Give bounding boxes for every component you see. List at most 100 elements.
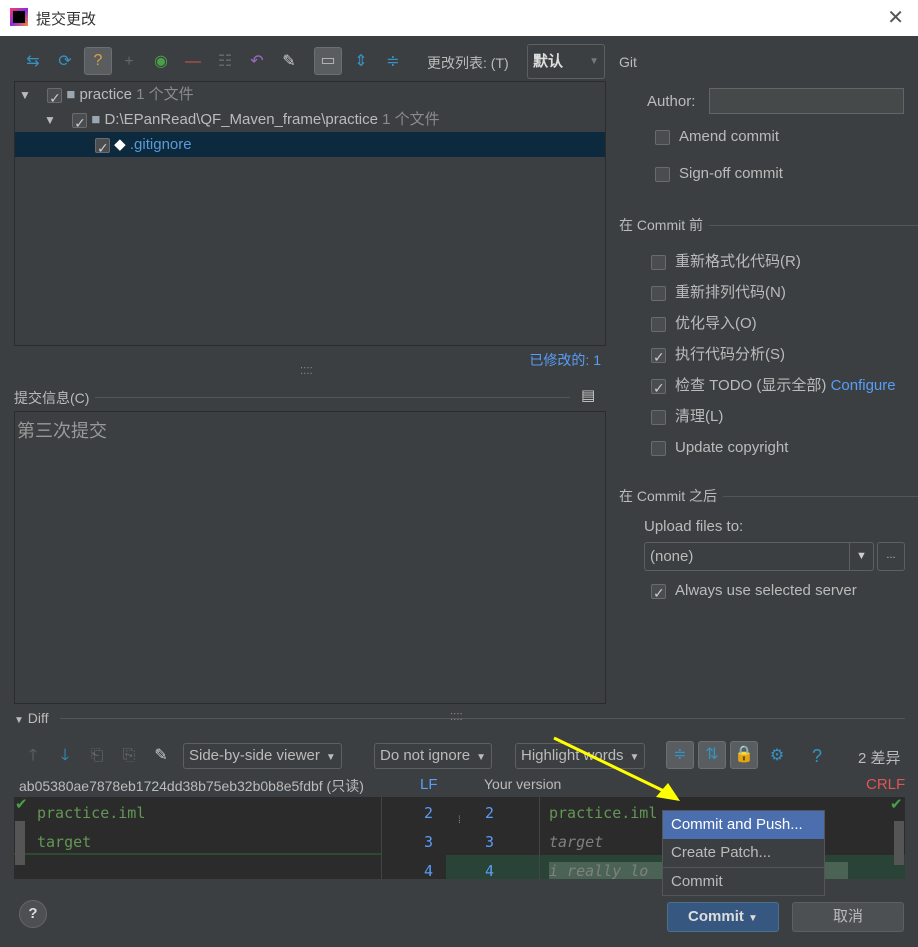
commit-options-menu: Commit and Push... Create Patch... Commi… [662, 810, 825, 896]
checkbox[interactable] [47, 86, 63, 111]
unversioned-files-icon[interactable]: ? [84, 47, 112, 75]
configure-servers-button[interactable]: ... [877, 542, 905, 571]
option-cleanup[interactable]: 清理(L) [651, 406, 723, 428]
expand-icon[interactable]: ▼ [19, 88, 31, 102]
option-update-copyright[interactable]: Update copyright [651, 437, 788, 459]
amend-commit-checkbox[interactable]: Amend commit [655, 126, 779, 148]
option-code-analysis[interactable]: 执行代码分析(S) [651, 344, 785, 368]
splitter-handle[interactable]: ⁚⁚⁚⁚ [450, 712, 463, 723]
git-section-title: Git [619, 54, 637, 70]
menu-item-commit[interactable]: Commit [663, 868, 824, 896]
diff-toggle[interactable]: ▼ Diff [14, 710, 49, 726]
viewer-select[interactable]: Side-by-side viewer ▼ [183, 743, 342, 769]
previous-diff-icon[interactable]: 🡑 [22, 745, 44, 767]
configure-link[interactable]: Configure [831, 377, 896, 394]
splitter-handle[interactable]: ⁚⁚⁚⁚ [300, 366, 313, 377]
author-input[interactable] [709, 88, 904, 114]
edit-source-icon[interactable]: ✎ [278, 51, 300, 73]
next-file-icon[interactable]: ⎘ [118, 745, 140, 767]
option-label: 执行代码分析(S) [675, 346, 785, 363]
edit-source-icon[interactable]: ✎ [150, 745, 172, 767]
line-number: 2 [485, 804, 495, 822]
commit-message-label: 提交信息(C) [14, 390, 90, 406]
node-label: .gitignore [129, 136, 192, 153]
help-button[interactable]: ? [19, 900, 47, 928]
changelist-value: 默认 [533, 53, 564, 70]
right-eol: CRLF [866, 776, 906, 793]
divider [539, 797, 540, 879]
option-rearrange[interactable]: 重新排列代码(N) [651, 282, 786, 304]
group-by-directory-icon[interactable]: ▭ [314, 47, 342, 75]
cancel-button[interactable]: 取消 [792, 902, 904, 932]
remove-icon[interactable]: — [182, 51, 204, 73]
menu-item-create-patch[interactable]: Create Patch... [663, 839, 824, 867]
tree-node-file[interactable]: ◆ .gitignore [15, 132, 605, 161]
chevron-down-icon: ▼ [849, 543, 873, 570]
message-history-icon[interactable]: ▤ [581, 386, 595, 404]
scrollbar[interactable] [15, 821, 25, 865]
refresh-icon[interactable]: ⟳ [54, 51, 76, 73]
sync-scroll-icon[interactable]: ⇅ [698, 741, 726, 769]
option-check-todo[interactable]: 检查 TODO (显示全部) Configure [651, 375, 896, 399]
close-icon[interactable]: ✕ [887, 5, 904, 30]
expand-icon[interactable]: ▼ [44, 113, 56, 127]
before-commit-title: 在 Commit 前 [619, 217, 918, 233]
always-use-server-checkbox[interactable]: Always use selected server [651, 580, 857, 604]
lock-icon[interactable]: 🔒 [730, 741, 758, 769]
move-changelist-icon[interactable]: ◉ [150, 51, 172, 73]
group-icon[interactable]: ☷ [214, 51, 236, 73]
node-count: 1 个文件 [382, 111, 440, 128]
collapse-icon: ▼ [14, 715, 24, 726]
help-icon[interactable]: ? [806, 745, 828, 767]
previous-file-icon[interactable]: ⎗ [86, 745, 108, 767]
diff-arrows-icon[interactable]: ⇆ [22, 51, 44, 73]
commit-message-input[interactable]: 第三次提交 [14, 411, 606, 704]
modified-count[interactable]: 已修改的: 1 [529, 350, 601, 370]
line-number: 3 [485, 833, 495, 851]
option-reformat[interactable]: 重新格式化代码(R) [651, 251, 801, 273]
option-label: 重新排列代码(N) [675, 284, 786, 301]
changelist-select[interactable]: 默认 ▼ [527, 44, 605, 79]
left-line: target [37, 833, 92, 851]
module-icon: ■ [66, 86, 76, 103]
option-optimize-imports[interactable]: 优化导入(O) [651, 313, 757, 335]
node-label: D:\EPanRead\QF_Maven_frame\practice [104, 111, 378, 128]
ignore-value: Do not ignore [380, 747, 471, 764]
divider [381, 797, 382, 879]
viewer-value: Side-by-side viewer [189, 747, 320, 764]
option-label: Always use selected server [675, 582, 857, 599]
collapse-all-icon[interactable]: ≑ [382, 51, 404, 73]
after-commit-title: 在 Commit 之后 [619, 488, 918, 504]
gear-icon[interactable]: ⚙ [766, 745, 788, 767]
tree-node-module[interactable]: ▼ ■ practice 1 个文件 [15, 82, 605, 111]
ignore-select[interactable]: Do not ignore ▼ [374, 743, 492, 769]
chevron-down-icon: ▼ [325, 752, 336, 763]
upload-server-select[interactable]: (none) ▼ [644, 542, 874, 571]
rollback-icon[interactable]: ↶ [246, 51, 268, 73]
line-number: 3 [424, 833, 434, 851]
next-diff-icon[interactable]: 🡓 [54, 745, 76, 767]
checkbox[interactable] [72, 111, 88, 136]
commit-button[interactable]: Commit ▼ [667, 902, 779, 932]
changes-tree: ▼ ■ practice 1 个文件 ▼ ■ D:\EPanRead\QF_Ma… [14, 81, 606, 346]
option-label: Update copyright [675, 439, 789, 456]
node-count: 1 个文件 [136, 86, 194, 103]
author-label: Author: [647, 93, 696, 110]
add-icon[interactable]: + [118, 51, 140, 73]
deleted-marker [14, 853, 381, 855]
scrollbar[interactable] [894, 821, 904, 865]
menu-item-commit-and-push[interactable]: Commit and Push... [663, 811, 824, 839]
window-title: 提交更改 [36, 11, 97, 28]
tree-node-directory[interactable]: ▼ ■ D:\EPanRead\QF_Maven_frame\practice … [15, 107, 605, 136]
checkbox[interactable] [95, 136, 110, 161]
annotation-arrow-icon [553, 736, 680, 801]
signoff-commit-checkbox[interactable]: Sign-off commit [655, 163, 783, 185]
option-label: 重新格式化代码(R) [675, 253, 801, 270]
splitter-handle[interactable]: ⁞ [458, 815, 461, 826]
changelist-label: 更改列表: (T) [427, 55, 509, 71]
option-label: 检查 TODO (显示全部) [675, 377, 827, 394]
expand-all-icon[interactable]: ⇕ [350, 51, 372, 73]
diff-count: 2 差异 [858, 750, 901, 767]
line-number: 2 [424, 804, 434, 822]
right-line: target [549, 833, 604, 851]
